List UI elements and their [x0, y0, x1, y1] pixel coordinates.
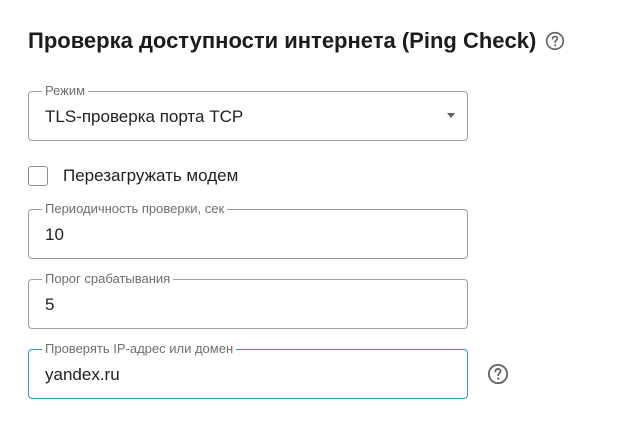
threshold-field-value[interactable]: 5: [45, 294, 54, 316]
page-title: Проверка доступности интернета (Ping Che…: [28, 28, 537, 53]
reboot-modem-label: Перезагружать модем: [63, 166, 239, 185]
mode-select[interactable]: Режим TLS-проверка порта TCP: [28, 83, 468, 141]
interval-field-value[interactable]: 10: [45, 224, 64, 246]
mode-select-value: TLS-проверка порта TCP: [45, 107, 244, 126]
help-circle-icon[interactable]: [544, 30, 566, 52]
mode-select-label: Режим: [42, 83, 89, 99]
ping-check-settings: Проверка доступности интернета (Ping Che…: [0, 0, 632, 422]
target-host-field[interactable]: Проверять IP-адрес или домен yandex.ru: [28, 341, 468, 399]
reboot-modem-option[interactable]: Перезагружать модем: [28, 165, 238, 187]
title-row: Проверка доступности интернета (Ping Che…: [28, 28, 566, 54]
target-host-field-label: Проверять IP-адрес или домен: [42, 341, 237, 357]
target-host-field-value[interactable]: yandex.ru: [45, 364, 120, 386]
interval-field-label: Периодичность проверки, сек: [42, 201, 228, 217]
interval-field[interactable]: Периодичность проверки, сек 10: [28, 201, 468, 259]
dropdown-arrow-icon[interactable]: [447, 113, 455, 118]
threshold-field-label: Порог срабатывания: [42, 271, 174, 287]
reboot-modem-checkbox[interactable]: [28, 166, 48, 186]
help-circle-icon[interactable]: [487, 363, 509, 385]
threshold-field[interactable]: Порог срабатывания 5: [28, 271, 468, 329]
